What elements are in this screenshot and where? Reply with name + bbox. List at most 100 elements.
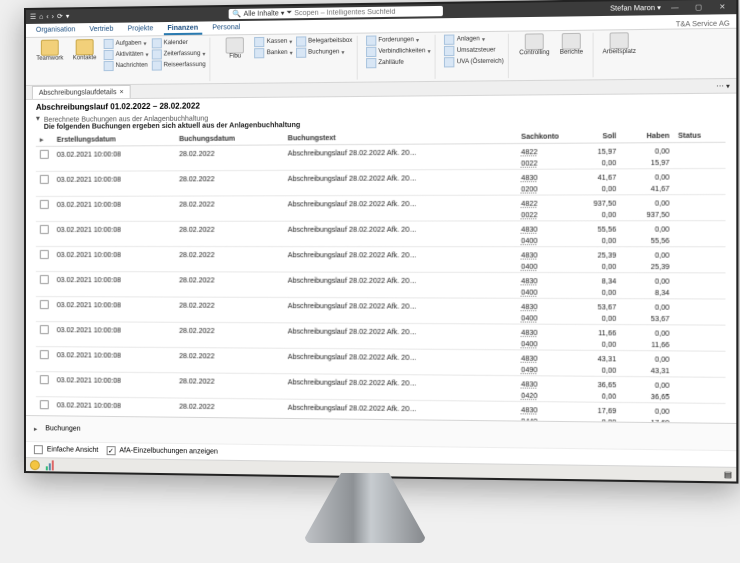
table-row[interactable]: 03.02.2021 10:00:0828.02.2022Abschreibun… bbox=[36, 195, 726, 212]
ribbon-item-kalender[interactable]: Kalender bbox=[151, 38, 205, 49]
minimize-icon[interactable]: — bbox=[665, 2, 684, 13]
row-checkbox[interactable] bbox=[40, 150, 49, 159]
cell-sachkonto[interactable]: 0490 bbox=[517, 366, 568, 376]
ribbon-item-nachrichten[interactable]: Nachrichten bbox=[104, 61, 149, 72]
toggle-afa-einzelbuchungen[interactable]: ✓ AfA-Einzelbuchungen anzeigen bbox=[106, 446, 218, 457]
cell-sachkonto[interactable]: 0022 bbox=[517, 159, 568, 169]
status-chart-icon[interactable] bbox=[46, 460, 56, 470]
row-checkbox[interactable] bbox=[40, 350, 49, 359]
table-row[interactable]: 03.02.2021 10:00:0828.02.2022Abschreibun… bbox=[36, 247, 726, 263]
cell-haben: 53,67 bbox=[621, 315, 674, 325]
cell-sachkonto[interactable]: 4822 bbox=[517, 143, 568, 159]
cell-sachkonto[interactable]: 0420 bbox=[517, 392, 568, 402]
close-icon[interactable]: ✕ bbox=[713, 2, 732, 13]
cell-sachkonto[interactable]: 4822 bbox=[517, 195, 568, 211]
cell-sachkonto[interactable]: 4830 bbox=[517, 272, 568, 288]
ribbon-item-buchungen[interactable]: Buchungen▾ bbox=[296, 47, 353, 58]
col-erstellungsdatum[interactable]: Erstellungsdatum bbox=[53, 133, 175, 146]
filter-icon[interactable]: ⏷ bbox=[286, 9, 292, 17]
row-checkbox[interactable] bbox=[40, 200, 49, 209]
col-soll[interactable]: Soll bbox=[568, 130, 621, 143]
row-checkbox[interactable] bbox=[40, 175, 49, 184]
search-input[interactable] bbox=[294, 7, 439, 16]
maximize-icon[interactable]: ▢ bbox=[689, 2, 708, 13]
search-box[interactable]: 🔍 Alle Inhalte ▾ ⏷ bbox=[228, 6, 443, 19]
col-status[interactable]: Status bbox=[674, 129, 726, 142]
checkbox-icon[interactable]: ✓ bbox=[106, 446, 115, 455]
ribbon-item-banken[interactable]: Banken▾ bbox=[255, 48, 293, 59]
ribbon-item-kontakte[interactable]: Kontakte bbox=[69, 39, 101, 72]
home-icon[interactable]: ⌂ bbox=[39, 13, 43, 20]
user-label[interactable]: Stefan Maron ▾ bbox=[610, 4, 661, 13]
ribbon-item-kassen[interactable]: Kassen▾ bbox=[255, 37, 293, 48]
cell-sachkonto[interactable]: 4830 bbox=[517, 221, 568, 237]
ribbon-tab-organisation[interactable]: Organisation bbox=[32, 25, 79, 37]
cell-sachkonto[interactable]: 4830 bbox=[517, 376, 568, 392]
cell-sachkonto[interactable]: 0400 bbox=[517, 340, 568, 350]
ribbon-item-reiseerfassung[interactable]: Reiseerfassung bbox=[151, 60, 205, 71]
cell-sachkonto[interactable]: 4830 bbox=[517, 169, 568, 185]
col-buchungsdatum[interactable]: Buchungsdatum bbox=[175, 132, 284, 145]
ribbon-item-aktivitaeten[interactable]: Aktivitäten▾ bbox=[104, 49, 149, 60]
ribbon-tab-projekte[interactable]: Projekte bbox=[123, 24, 157, 36]
footer-expand-icon[interactable]: ▸ bbox=[34, 425, 37, 433]
ribbon-tab-finanzen[interactable]: Finanzen bbox=[163, 24, 202, 36]
checkbox-icon[interactable] bbox=[34, 445, 43, 454]
row-checkbox[interactable] bbox=[40, 225, 49, 234]
status-indicator-icon[interactable] bbox=[30, 460, 40, 470]
cell-sachkonto[interactable]: 4830 bbox=[517, 324, 568, 340]
ribbon-item-zeiterfassung[interactable]: Zeiterfassung▾ bbox=[151, 49, 205, 60]
cell-sachkonto[interactable]: 4830 bbox=[517, 401, 568, 418]
cell-sachkonto[interactable]: 0400 bbox=[517, 263, 568, 273]
ribbon-item-verbindlichkeiten[interactable]: Verbindlichkeiten▾ bbox=[366, 46, 431, 57]
document-tab[interactable]: Abschreibungslaufdetails × bbox=[32, 85, 131, 99]
cell-sachkonto[interactable]: 0400 bbox=[517, 288, 568, 298]
ribbon-item-zahllaeufe[interactable]: Zahlläufe bbox=[366, 57, 431, 68]
tab-overflow-icon[interactable]: ⋯ ▾ bbox=[716, 82, 729, 90]
close-tab-icon[interactable]: × bbox=[119, 89, 123, 96]
app-menu-icon[interactable]: ☰ bbox=[30, 13, 36, 21]
row-checkbox[interactable] bbox=[40, 275, 49, 284]
cell-sachkonto[interactable]: 0400 bbox=[517, 314, 568, 324]
refresh-icon[interactable]: ⟳ bbox=[57, 12, 63, 20]
ribbon-item-uva[interactable]: UVA (Österreich) bbox=[444, 57, 504, 68]
row-checkbox[interactable] bbox=[40, 375, 49, 384]
ribbon-item-anlagen[interactable]: Anlagen▾ bbox=[444, 34, 504, 45]
toggle-einfache-ansicht[interactable]: Einfache Ansicht bbox=[34, 445, 98, 455]
ribbon-item-fibu[interactable]: Fibu bbox=[219, 37, 252, 60]
ribbon-tab-personal[interactable]: Personal bbox=[208, 23, 244, 35]
cell-sachkonto[interactable]: 4830 bbox=[517, 350, 568, 366]
ribbon-item-umsatzsteuer[interactable]: Umsatzsteuer bbox=[444, 45, 504, 56]
table-row[interactable]: 03.02.2021 10:00:0828.02.2022Abschreibun… bbox=[36, 221, 726, 237]
dropdown-icon[interactable]: ▾ bbox=[66, 12, 70, 20]
search-scope[interactable]: Alle Inhalte ▾ bbox=[243, 9, 284, 18]
ribbon-item-teamwork[interactable]: Teamwork bbox=[34, 39, 66, 71]
row-checkbox[interactable] bbox=[40, 325, 49, 334]
ribbon-item-forderungen[interactable]: Forderungen▾ bbox=[366, 35, 431, 46]
cell-sachkonto[interactable]: 0022 bbox=[517, 211, 568, 221]
col-sachkonto[interactable]: Sachkonto bbox=[517, 130, 568, 143]
col-haben[interactable]: Haben bbox=[621, 130, 674, 143]
expand-icon[interactable]: ▾ bbox=[36, 114, 40, 123]
col-check[interactable]: ▸ bbox=[36, 134, 53, 147]
ribbon-item-belegarbeitsbox[interactable]: Belegarbeitsbox bbox=[296, 36, 353, 47]
table-row-secondary[interactable]: 04000,0055,56 bbox=[36, 237, 726, 247]
ribbon-tab-vertrieb[interactable]: Vertrieb bbox=[85, 25, 117, 36]
cell-sachkonto[interactable]: 4830 bbox=[517, 298, 568, 314]
row-checkbox[interactable] bbox=[40, 300, 49, 309]
row-checkbox[interactable] bbox=[40, 250, 49, 259]
cell-sachkonto[interactable]: 0400 bbox=[517, 237, 568, 247]
status-menu-icon[interactable]: ▤ bbox=[724, 470, 732, 480]
table-wrap[interactable]: ▸ Erstellungsdatum Buchungsdatum Buchung… bbox=[26, 129, 736, 423]
ribbon-item-berichte[interactable]: Berichte bbox=[554, 33, 588, 56]
row-checkbox[interactable] bbox=[40, 400, 49, 409]
cell-sachkonto[interactable]: 4830 bbox=[517, 247, 568, 263]
ribbon-item-arbeitsplatz[interactable]: Arbeitsplatz bbox=[602, 32, 636, 55]
col-buchungstext[interactable]: Buchungstext bbox=[284, 131, 517, 145]
ribbon-item-aufgaben[interactable]: Aufgaben▾ bbox=[104, 38, 149, 49]
forward-icon[interactable]: › bbox=[52, 13, 54, 20]
cell-sachkonto[interactable]: 0200 bbox=[517, 185, 568, 195]
cell-erstellungsdatum: 03.02.2021 10:00:08 bbox=[53, 322, 175, 338]
ribbon-item-controlling[interactable]: Controlling bbox=[517, 33, 551, 56]
back-icon[interactable]: ‹ bbox=[46, 13, 48, 20]
